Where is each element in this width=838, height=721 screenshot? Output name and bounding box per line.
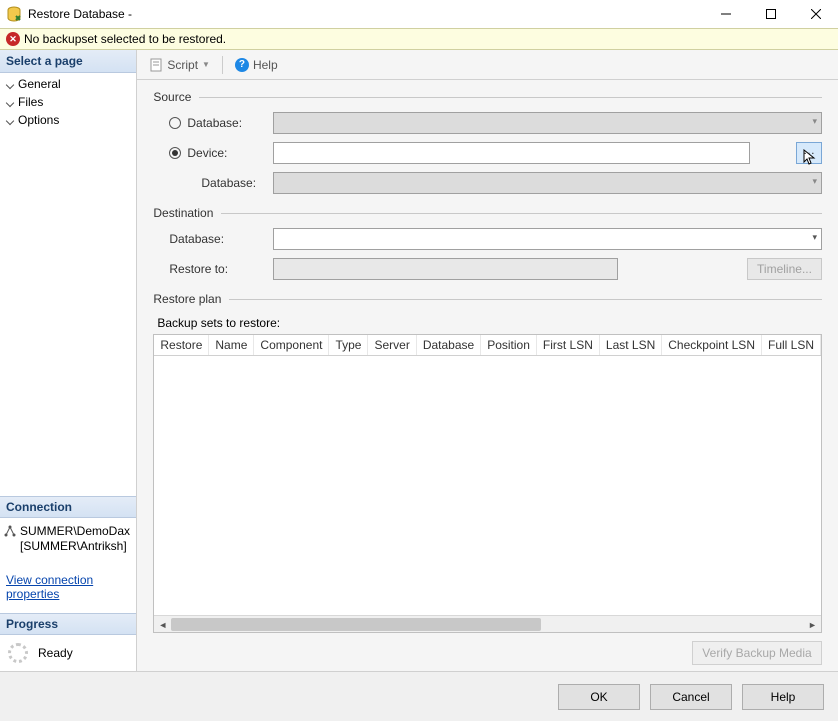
error-icon (6, 32, 20, 46)
sidebar-item-options[interactable]: Options (0, 111, 136, 129)
source-subdatabase-combo (273, 172, 822, 194)
progress-header: Progress (0, 613, 136, 635)
server-icon (4, 525, 16, 537)
dest-database-label: Database: (169, 232, 224, 246)
scroll-right-icon[interactable]: ► (804, 616, 821, 633)
source-database-combo (273, 112, 822, 134)
restore-plan-group-label: Restore plan (153, 292, 822, 306)
restore-to-label: Restore to: (169, 262, 228, 276)
window-title: Restore Database - (28, 7, 132, 21)
scroll-left-icon[interactable]: ◄ (154, 616, 171, 633)
timeline-button: Timeline... (747, 258, 822, 280)
chevron-down-icon: ▼ (202, 60, 210, 69)
view-connection-properties-link[interactable]: View connection properties (0, 561, 136, 613)
title-bar: Restore Database - (0, 0, 838, 28)
toolbar: Script ▼ ? Help (137, 50, 838, 80)
progress-status: Ready (38, 646, 73, 660)
maximize-button[interactable] (748, 0, 793, 28)
cancel-button[interactable]: Cancel (650, 684, 732, 710)
progress-spinner-icon (8, 643, 28, 663)
sidebar-item-files[interactable]: Files (0, 93, 136, 111)
connection-user: [SUMMER\Antriksh] (20, 539, 130, 555)
app-icon (6, 6, 22, 22)
sidebar-item-general[interactable]: General (0, 75, 136, 93)
close-button[interactable] (793, 0, 838, 28)
grid-body (154, 356, 821, 615)
backup-sets-grid[interactable]: Restore Name Component Type Server Datab… (153, 334, 822, 633)
grid-header: Restore Name Component Type Server Datab… (154, 335, 821, 356)
connection-info: SUMMER\DemoDax [SUMMER\Antriksh] (0, 518, 136, 561)
toolbar-separator (222, 56, 223, 74)
source-device-label: Device: (187, 146, 227, 160)
horizontal-scrollbar[interactable]: ◄ ► (154, 615, 821, 632)
warning-bar: No backupset selected to be restored. (0, 28, 838, 50)
script-icon (149, 58, 163, 72)
ok-button[interactable]: OK (558, 684, 640, 710)
scroll-thumb[interactable] (171, 618, 541, 631)
select-page-header: Select a page (0, 50, 136, 73)
script-button[interactable]: Script ▼ (145, 56, 214, 74)
browse-device-button[interactable] (796, 142, 822, 164)
verify-backup-media-button: Verify Backup Media (692, 641, 822, 665)
destination-group-label: Destination (153, 206, 822, 220)
backup-sets-label: Backup sets to restore: (157, 316, 822, 330)
source-database-radio[interactable] (169, 117, 181, 129)
source-device-radio[interactable] (169, 147, 181, 159)
connection-header: Connection (0, 496, 136, 518)
sidebar: Select a page General Files Options Conn… (0, 50, 137, 671)
cursor-icon (803, 149, 821, 167)
dest-database-combo[interactable] (273, 228, 822, 250)
help-button-footer[interactable]: Help (742, 684, 824, 710)
minimize-button[interactable] (703, 0, 748, 28)
source-device-input[interactable] (273, 142, 750, 164)
warning-text: No backupset selected to be restored. (24, 32, 226, 46)
help-icon: ? (235, 58, 249, 72)
help-button[interactable]: ? Help (231, 56, 282, 74)
restore-to-input (273, 258, 618, 280)
source-subdatabase-label: Database: (201, 176, 256, 190)
source-group-label: Source (153, 90, 822, 104)
dialog-footer: OK Cancel Help (0, 671, 838, 721)
connection-server: SUMMER\DemoDax (20, 524, 130, 540)
source-database-label: Database: (187, 116, 242, 130)
